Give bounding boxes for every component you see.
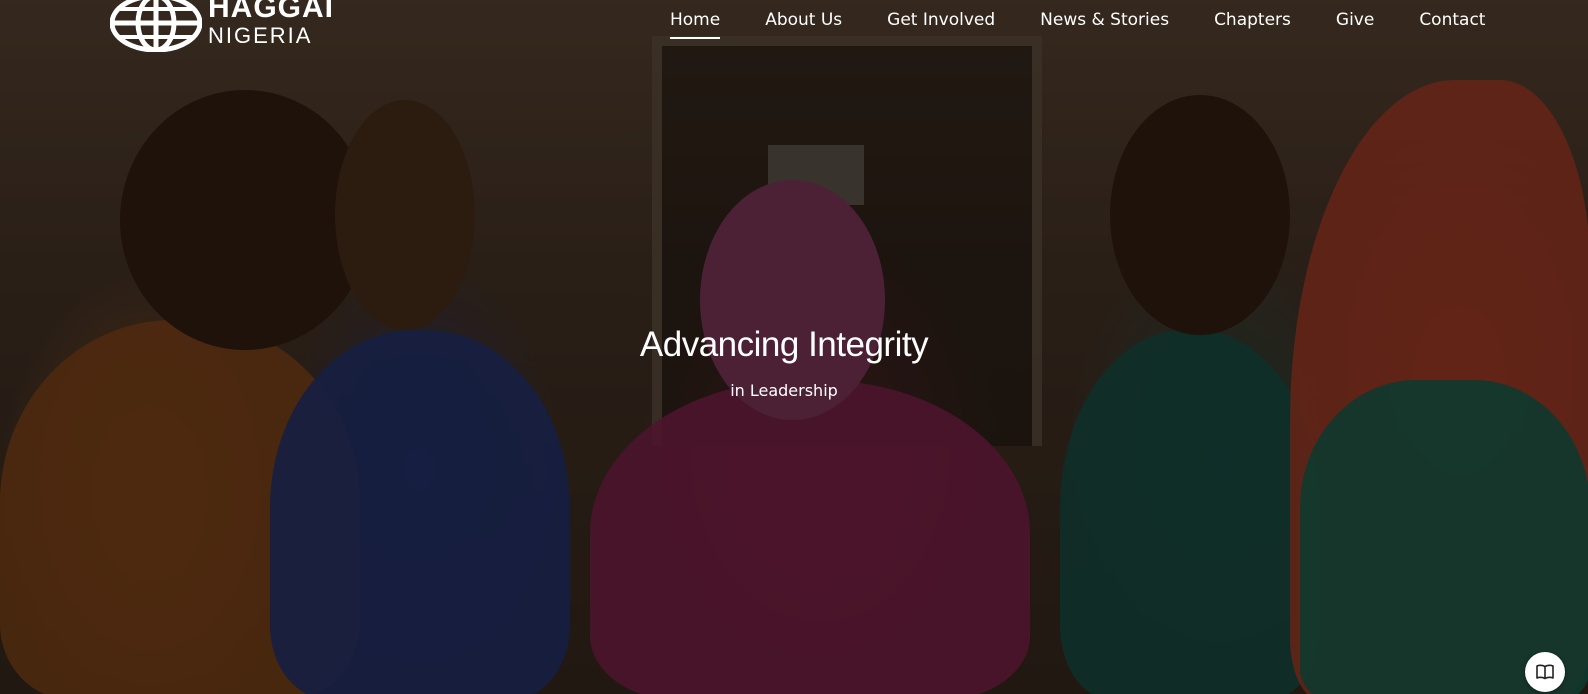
book-open-icon <box>1536 664 1554 680</box>
reader-mode-button[interactable] <box>1525 652 1565 692</box>
hero-section: HAGGAI NIGERIA Home About Us Get Involve… <box>0 0 1588 694</box>
hero-subtitle: in Leadership <box>730 381 838 400</box>
logo-line-nigeria: NIGERIA <box>208 23 313 48</box>
site-header: HAGGAI NIGERIA Home About Us Get Involve… <box>0 0 1588 52</box>
nav-item-contact[interactable]: Contact <box>1419 10 1485 30</box>
main-navigation: Home About Us Get Involved News & Storie… <box>670 10 1485 39</box>
nav-item-get-involved[interactable]: Get Involved <box>887 10 995 30</box>
nav-item-home[interactable]: Home <box>670 10 721 39</box>
logo-wordmark: HAGGAI NIGERIA <box>208 0 334 47</box>
hero-text-block: Advancing Integrity in Leadership <box>0 325 1568 400</box>
site-logo[interactable]: HAGGAI NIGERIA <box>110 0 334 52</box>
hero-title: Advancing Integrity <box>639 325 929 364</box>
nav-item-about-us[interactable]: About Us <box>765 10 842 30</box>
logo-line-haggai: HAGGAI <box>208 0 334 24</box>
globe-icon <box>110 0 202 52</box>
nav-item-chapters[interactable]: Chapters <box>1214 10 1291 30</box>
nav-item-news-stories[interactable]: News & Stories <box>1040 10 1169 30</box>
nav-item-give[interactable]: Give <box>1336 10 1374 30</box>
